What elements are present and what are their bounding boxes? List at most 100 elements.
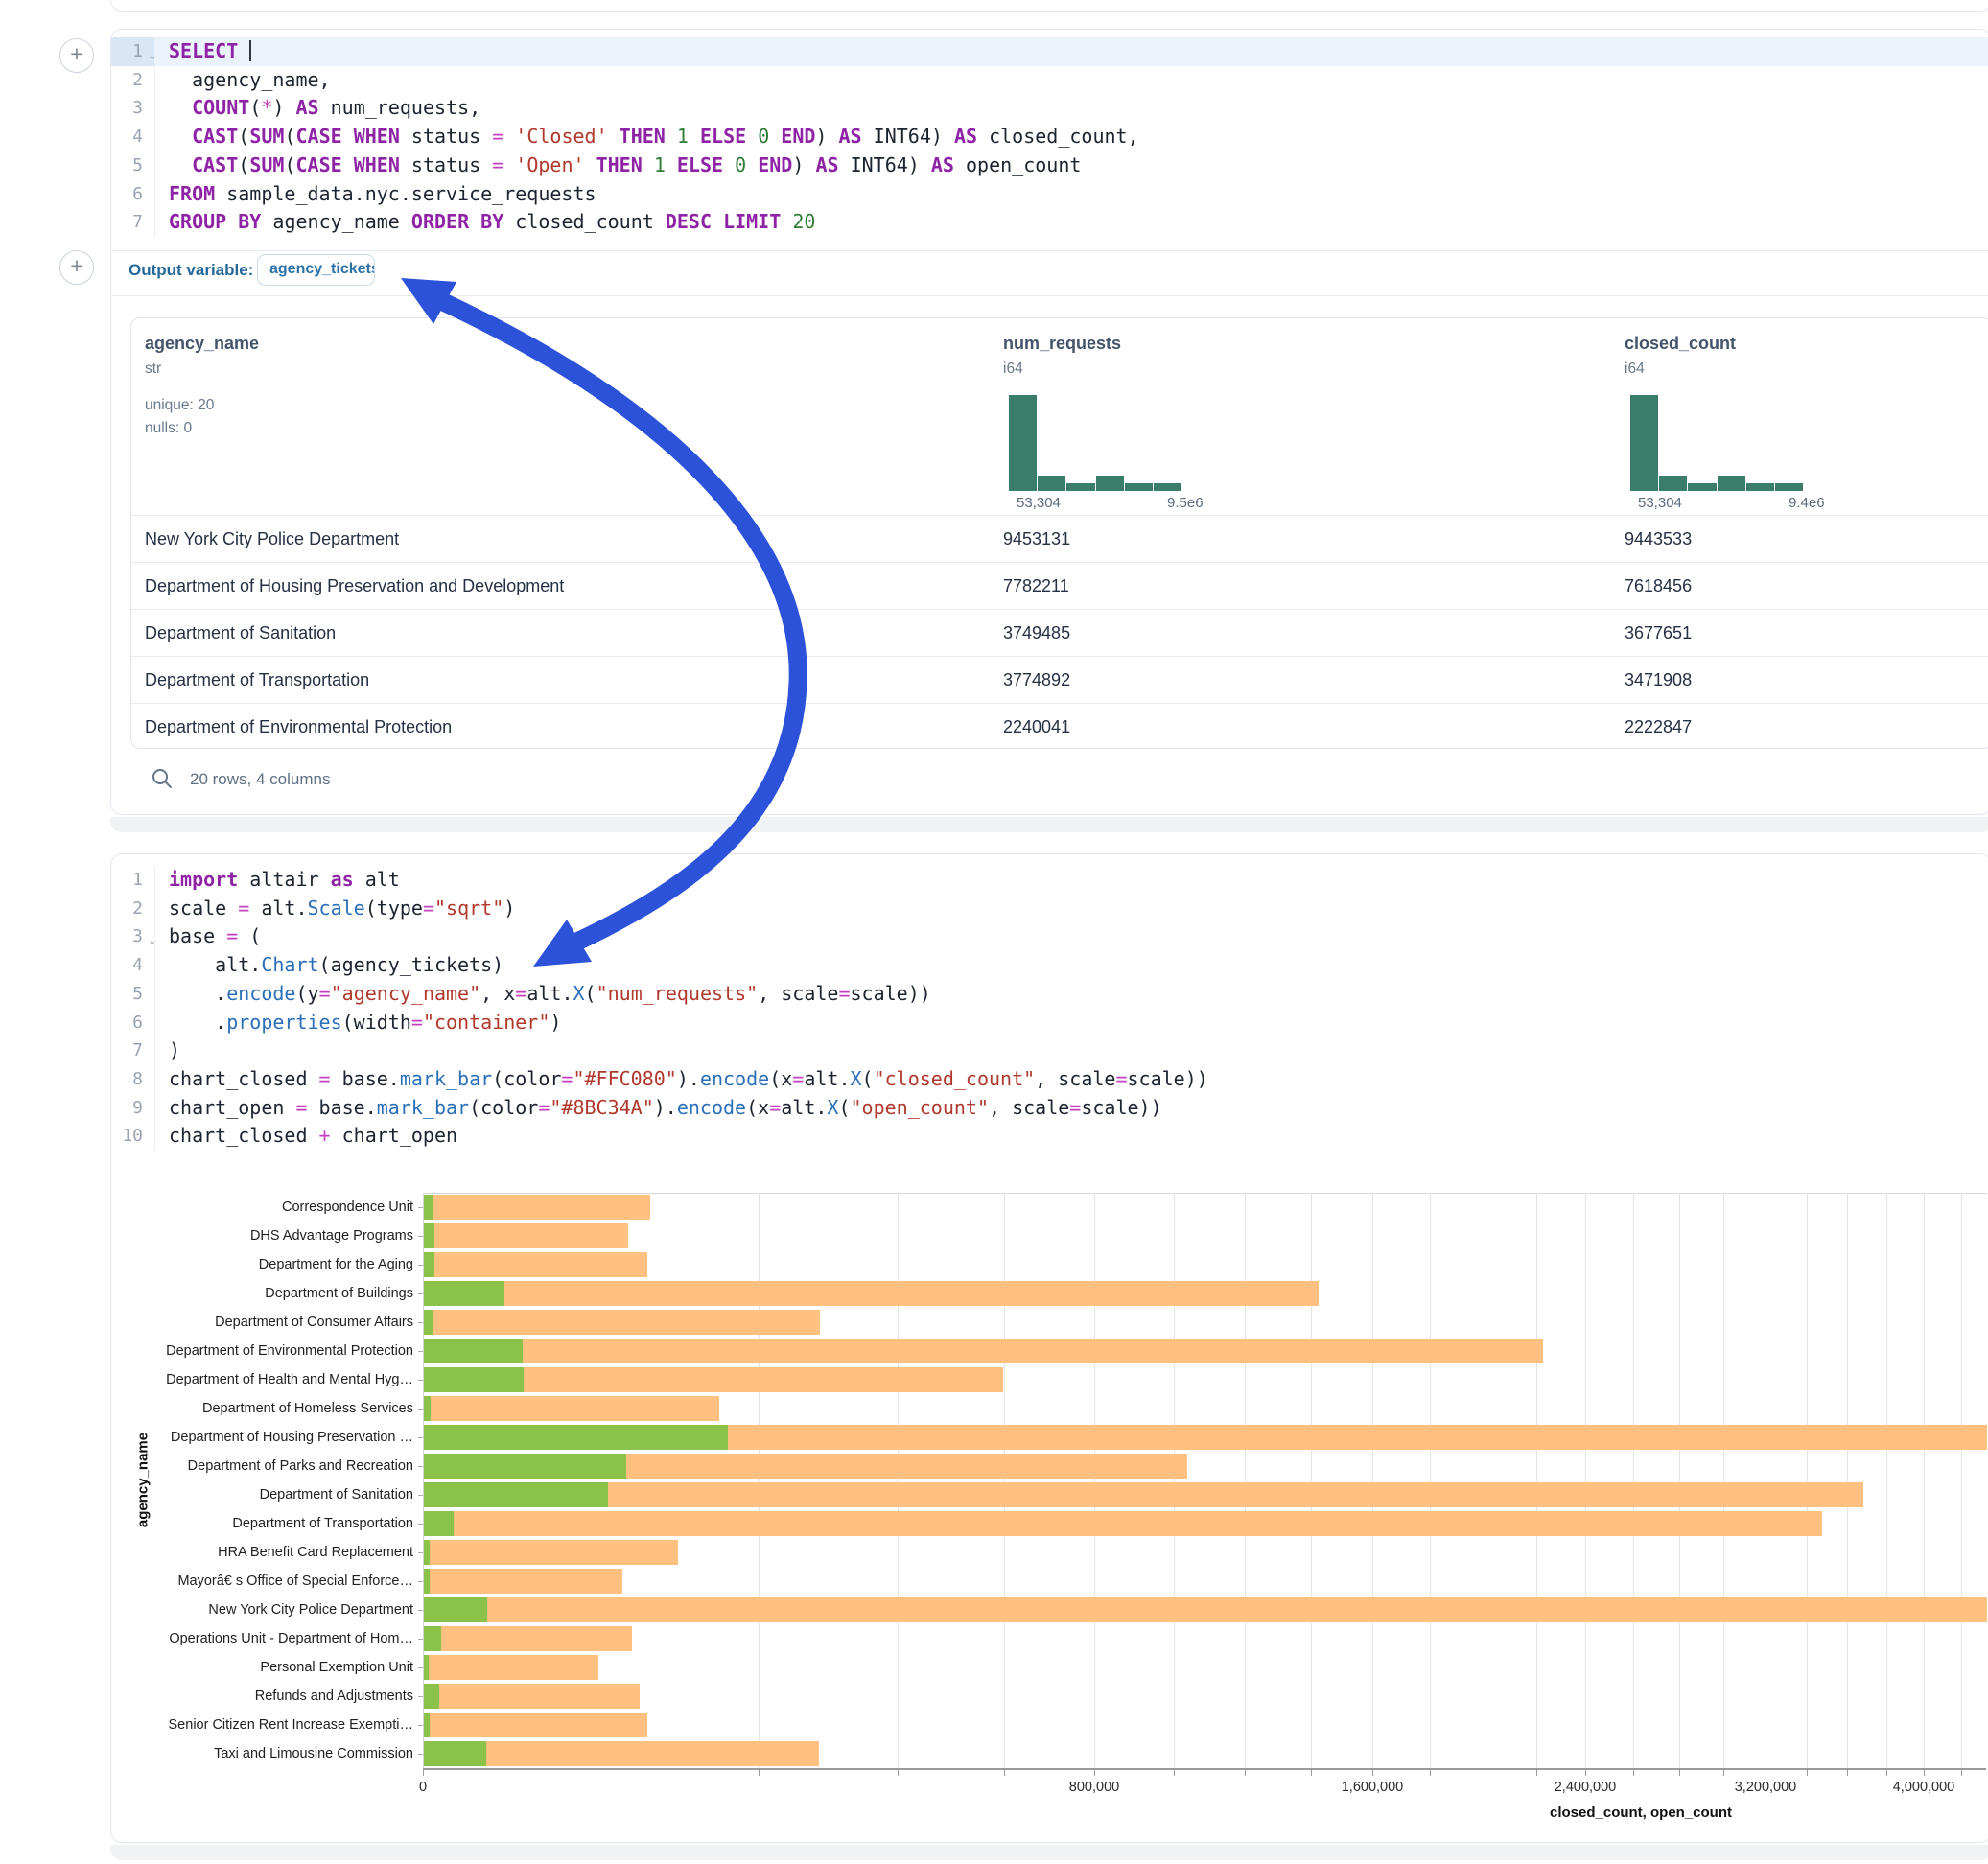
y-axis-tick	[418, 1236, 423, 1237]
bar-closed-count	[424, 1511, 1822, 1536]
y-axis-tick	[418, 1351, 423, 1352]
column-histogram	[1630, 395, 1803, 491]
result-table: agency_namestr unique: 20 nulls: 0 num_requ…	[130, 317, 1988, 749]
bar-closed-count	[424, 1396, 719, 1421]
bar-open-count	[424, 1569, 430, 1594]
y-axis-tick	[418, 1380, 423, 1381]
table-row: Department of Environmental Protection22…	[131, 703, 1988, 749]
bar-closed-count	[424, 1569, 622, 1594]
y-axis-label: New York City Police Department	[111, 1601, 413, 1619]
previous-cell-edge	[110, 0, 1988, 12]
histogram-min-label: 53,304	[1017, 495, 1061, 511]
line-number: 4	[111, 123, 155, 151]
output-variable-pill[interactable]: agency_tickets	[257, 254, 375, 286]
bar-closed-count	[424, 1195, 650, 1220]
bar-open-count	[424, 1597, 487, 1622]
column-stat: unique: 20	[145, 397, 214, 414]
line-number: 5	[111, 151, 155, 180]
column-type: i64	[1625, 361, 1645, 378]
y-axis-label: Personal Exemption Unit	[111, 1659, 413, 1676]
bar-closed-count	[424, 1626, 632, 1651]
column-header[interactable]: num_requests	[1003, 334, 1121, 354]
gridline	[1174, 1193, 1175, 1768]
python-code-editor[interactable]: 1import altair as alt2scale = alt.Scale(…	[111, 866, 1988, 1151]
gridline	[1679, 1193, 1680, 1768]
x-axis-tick	[1847, 1770, 1848, 1776]
bar-closed-count	[424, 1684, 640, 1709]
column-header[interactable]: agency_name	[145, 334, 259, 354]
bar-open-count	[424, 1195, 433, 1220]
python-cell-shadow	[110, 1845, 1988, 1860]
text-cursor	[249, 40, 251, 61]
bar-closed-count	[424, 1482, 1863, 1507]
bar-open-count	[424, 1425, 728, 1450]
histogram-min-label: 53,304	[1638, 495, 1682, 511]
line-number: 3	[111, 94, 155, 123]
code-line: 7GROUP BY agency_name ORDER BY closed_co…	[111, 208, 1988, 237]
y-axis-tick	[418, 1293, 423, 1294]
output-variable-value: agency_tickets	[258, 255, 374, 278]
code-line: 1⌄SELECT	[111, 37, 1988, 66]
search-icon[interactable]	[150, 766, 175, 791]
sql-code-editor[interactable]: 1⌄SELECT 2 agency_name,3 COUNT(*) AS num…	[111, 37, 1988, 237]
bar-closed-count	[424, 1713, 647, 1737]
add-cell-button-output[interactable]: +	[59, 250, 94, 285]
table-cell: New York City Police Department	[145, 529, 399, 549]
gridline	[759, 1193, 760, 1768]
bar-open-count	[424, 1281, 504, 1306]
column-stat: nulls: 0	[145, 420, 192, 437]
gridline	[1004, 1193, 1005, 1768]
y-axis-label: Department for the Aging	[111, 1256, 413, 1273]
y-axis-label: Taxi and Limousine Commission	[111, 1745, 413, 1762]
gridline	[1372, 1193, 1373, 1768]
x-axis-tick	[1430, 1770, 1431, 1776]
line-number: 1⌄	[111, 37, 155, 66]
gridline	[1430, 1193, 1431, 1768]
table-cell: 9443533	[1625, 529, 1692, 549]
bar-open-count	[424, 1684, 439, 1709]
gridline	[1094, 1193, 1095, 1768]
y-axis-label: Department of Homeless Services	[111, 1400, 413, 1417]
column-type: str	[145, 361, 161, 378]
x-axis-tick-label: 4,000,000	[1857, 1780, 1988, 1795]
y-axis-tick	[418, 1639, 423, 1640]
y-axis-label: Department of Environmental Protection	[111, 1342, 413, 1360]
line-number: 3⌄	[111, 922, 155, 951]
python-cell: 1import altair as alt2scale = alt.Scale(…	[110, 853, 1988, 1843]
y-axis-label: Mayorâ€ s Office of Special Enforce…	[111, 1573, 413, 1590]
add-cell-button-top[interactable]: +	[59, 38, 94, 73]
y-axis-tick	[418, 1552, 423, 1553]
column-header[interactable]: closed_count	[1625, 334, 1736, 354]
line-number: 2	[111, 66, 155, 95]
bar-open-count	[424, 1713, 430, 1737]
divider	[111, 250, 1988, 251]
line-number: 5	[111, 980, 155, 1009]
x-axis-tick	[1004, 1770, 1005, 1776]
column-histogram	[1009, 395, 1181, 491]
code-line: 10chart_closed + chart_open	[111, 1122, 1988, 1151]
table-cell: 7618456	[1625, 576, 1692, 596]
code-line: 3 COUNT(*) AS num_requests,	[111, 94, 1988, 123]
bar-open-count	[424, 1511, 454, 1536]
bar-closed-count	[424, 1281, 1319, 1306]
bar-closed-count	[424, 1339, 1543, 1363]
gridline	[1924, 1193, 1925, 1768]
y-axis-label: Refunds and Adjustments	[111, 1688, 413, 1705]
code-line: 5 CAST(SUM(CASE WHEN status = 'Open' THE…	[111, 151, 1988, 180]
divider	[111, 295, 1988, 296]
table-cell: Department of Sanitation	[145, 623, 336, 643]
line-number: 6	[111, 1009, 155, 1037]
y-axis-tick	[418, 1322, 423, 1323]
sql-cell-shadow	[110, 817, 1988, 832]
x-axis-tick	[1679, 1770, 1680, 1776]
y-axis-tick	[418, 1610, 423, 1611]
table-cell: Department of Environmental Protection	[145, 717, 452, 737]
bar-open-count	[424, 1655, 429, 1680]
bar-open-count	[424, 1540, 430, 1565]
table-row: Department of Sanitation37494853677651	[131, 609, 1988, 657]
line-number: 7	[111, 208, 155, 237]
y-axis-label: Department of Housing Preservation …	[111, 1429, 413, 1446]
x-axis-tick	[1585, 1770, 1586, 1776]
y-axis-label: Department of Buildings	[111, 1285, 413, 1302]
x-axis-tick	[1723, 1770, 1724, 1776]
